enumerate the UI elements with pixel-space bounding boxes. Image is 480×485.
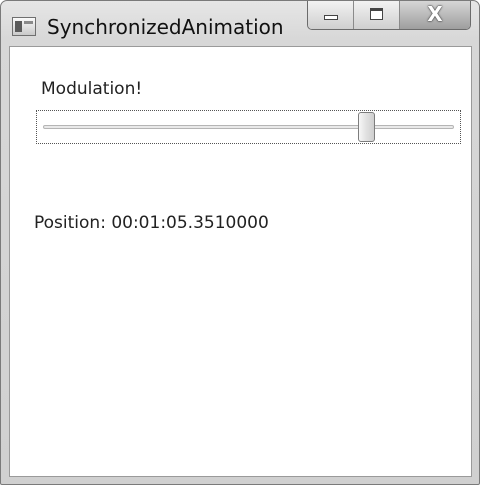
maximize-icon bbox=[370, 8, 383, 20]
close-icon: X bbox=[427, 2, 443, 26]
title-bar[interactable]: SynchronizedAnimation X bbox=[1, 1, 479, 45]
modulation-slider[interactable] bbox=[36, 110, 461, 144]
app-window-icon[interactable] bbox=[12, 17, 36, 36]
minimize-icon bbox=[324, 15, 338, 20]
minimize-button[interactable] bbox=[308, 1, 354, 29]
client-area: Modulation! Position: 00:01:05.3510000 bbox=[9, 46, 472, 477]
slider-track[interactable] bbox=[43, 125, 454, 129]
app-window: SynchronizedAnimation X Modulation! Posi… bbox=[0, 0, 480, 485]
maximize-button[interactable] bbox=[354, 1, 400, 29]
close-button[interactable]: X bbox=[400, 1, 470, 29]
window-title: SynchronizedAnimation bbox=[47, 15, 284, 39]
caption-buttons: X bbox=[307, 1, 471, 30]
slider-thumb[interactable] bbox=[358, 112, 376, 142]
position-readout: Position: 00:01:05.3510000 bbox=[34, 213, 269, 233]
modulation-label: Modulation! bbox=[41, 79, 143, 99]
